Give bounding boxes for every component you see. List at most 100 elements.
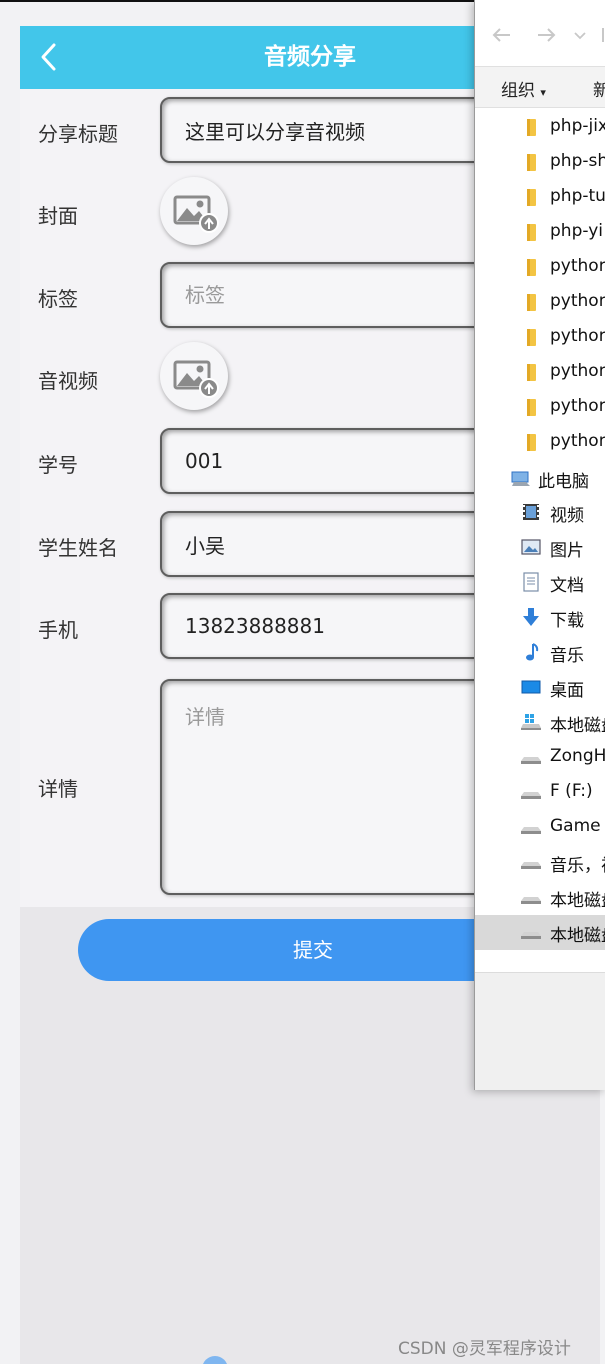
folder-icon: [521, 187, 541, 207]
organize-label: 组织: [501, 81, 535, 101]
tree-item-library[interactable]: 下载: [475, 600, 605, 635]
tree-item-drive[interactable]: 本地磁盘: [475, 705, 605, 740]
tree-item-label: 音乐: [550, 646, 584, 666]
drive-icon: [521, 817, 541, 837]
nav-up-button[interactable]: [599, 24, 605, 46]
desktop-icon: [521, 677, 541, 697]
tree-item-label: python: [550, 291, 605, 311]
phone-label: 手机: [38, 618, 78, 642]
folder-icon: [521, 117, 541, 137]
tree-item-label: php-yi: [550, 221, 603, 241]
details-label: 详情: [38, 777, 78, 801]
folder-icon: [521, 327, 541, 347]
picture-icon: [521, 537, 541, 557]
folder-icon: [521, 432, 541, 452]
tree-item-drive[interactable]: 本地磁盘: [475, 880, 605, 915]
tree-item-label: 视频: [550, 506, 584, 526]
tree-item-label: php-sh: [550, 151, 605, 171]
explorer-toolbar: 组织 ▾ 新: [475, 66, 605, 108]
cover-upload-button[interactable]: [160, 177, 228, 245]
tree-item-library[interactable]: 文档: [475, 565, 605, 600]
document-icon: [521, 572, 541, 592]
folder-icon: [521, 362, 541, 382]
arrow-up-icon: [602, 28, 604, 42]
student-id-label: 学号: [38, 453, 78, 477]
folder-icon: [521, 152, 541, 172]
title-label: 分享标题: [38, 122, 118, 146]
tree-item-label: 本地磁盘: [550, 926, 605, 946]
tree-item-drive[interactable]: Game (: [475, 810, 605, 845]
organize-menu[interactable]: 组织 ▾: [501, 76, 546, 101]
tree-item-folder[interactable]: php-sh: [475, 145, 605, 180]
tree-item-label: php-jix: [550, 116, 605, 136]
tree-item-drive[interactable]: 音乐，视: [475, 845, 605, 880]
tree-item-folder[interactable]: python: [475, 285, 605, 320]
tree-item-library[interactable]: 桌面: [475, 670, 605, 705]
windows-drive-icon: [521, 712, 541, 732]
image-upload-icon: [173, 195, 219, 233]
tree-item-label: 音乐，视: [550, 856, 605, 876]
music-icon: [521, 642, 541, 662]
media-upload-button[interactable]: [160, 342, 228, 410]
tree-item-this-pc[interactable]: 此电脑: [475, 461, 605, 496]
tree-item-label: F (F:): [550, 781, 593, 801]
arrow-left-icon: [492, 28, 510, 42]
tree-item-label: 图片: [550, 541, 584, 561]
student-name-label: 学生姓名: [38, 536, 118, 560]
tree-item-folder[interactable]: php-jix: [475, 110, 605, 145]
arrow-right-icon: [538, 28, 556, 42]
nav-history-dropdown[interactable]: [573, 24, 587, 46]
tree-item-library[interactable]: 视频: [475, 495, 605, 530]
explorer-footer: [475, 972, 605, 1090]
drive-icon: [521, 852, 541, 872]
drive-icon: [521, 747, 541, 767]
tree-item-folder[interactable]: python: [475, 320, 605, 355]
tree-item-drive[interactable]: F (F:): [475, 775, 605, 810]
csdn-watermark: CSDN @灵军程序设计: [398, 1339, 571, 1359]
tree-item-library[interactable]: 图片: [475, 530, 605, 565]
tree-item-label: 桌面: [550, 681, 584, 701]
drive-icon: [521, 922, 541, 942]
computer-icon: [511, 468, 531, 488]
tree-item-label: python: [550, 361, 605, 381]
tree-item-label: python: [550, 431, 605, 451]
media-label: 音视频: [38, 369, 98, 393]
video-icon: [521, 502, 541, 522]
tree-item-library[interactable]: 音乐: [475, 635, 605, 670]
cover-label: 封面: [38, 204, 78, 228]
tree-item-label: php-tu: [550, 186, 605, 206]
tree-item-label: ZongH: [550, 746, 605, 766]
folder-icon: [521, 397, 541, 417]
drive-icon: [521, 782, 541, 802]
tree-item-folder[interactable]: python: [475, 425, 605, 460]
nav-forward-button[interactable]: [535, 24, 557, 46]
tree-item-label: python: [550, 326, 605, 346]
tags-label: 标签: [38, 287, 78, 311]
tree-item-folder[interactable]: python: [475, 250, 605, 285]
tree-item-folder[interactable]: php-yi: [475, 215, 605, 250]
folder-icon: [521, 257, 541, 277]
drive-icon: [521, 887, 541, 907]
tree-item-label: Game (: [550, 816, 605, 836]
floating-dot: [202, 1356, 228, 1364]
chevron-down-icon: [574, 32, 586, 40]
tree-item-drive[interactable]: 本地磁盘: [475, 915, 605, 950]
caret-down-icon: ▾: [540, 86, 546, 99]
folder-icon: [521, 292, 541, 312]
nav-back-button[interactable]: [491, 24, 513, 46]
back-button[interactable]: [34, 40, 68, 74]
folder-icon: [521, 222, 541, 242]
download-icon: [521, 607, 541, 627]
tree-item-folder[interactable]: python: [475, 355, 605, 390]
explorer-nav-bar: [475, 0, 605, 66]
tree-item-folder[interactable]: python: [475, 390, 605, 425]
tree-item-label: 文档: [550, 576, 584, 596]
tree-item-label: 下载: [550, 611, 584, 631]
new-folder-button[interactable]: 新: [593, 76, 605, 101]
image-upload-icon: [173, 360, 219, 398]
tree-item-folder[interactable]: php-tu: [475, 180, 605, 215]
tree-item-drive[interactable]: ZongH: [475, 740, 605, 775]
file-explorer-window: 组织 ▾ 新 php-jix php-sh php-tu php-yi python py…: [474, 0, 605, 1090]
chevron-left-icon: [41, 43, 56, 71]
tree-item-label: 本地磁盘: [550, 891, 605, 911]
